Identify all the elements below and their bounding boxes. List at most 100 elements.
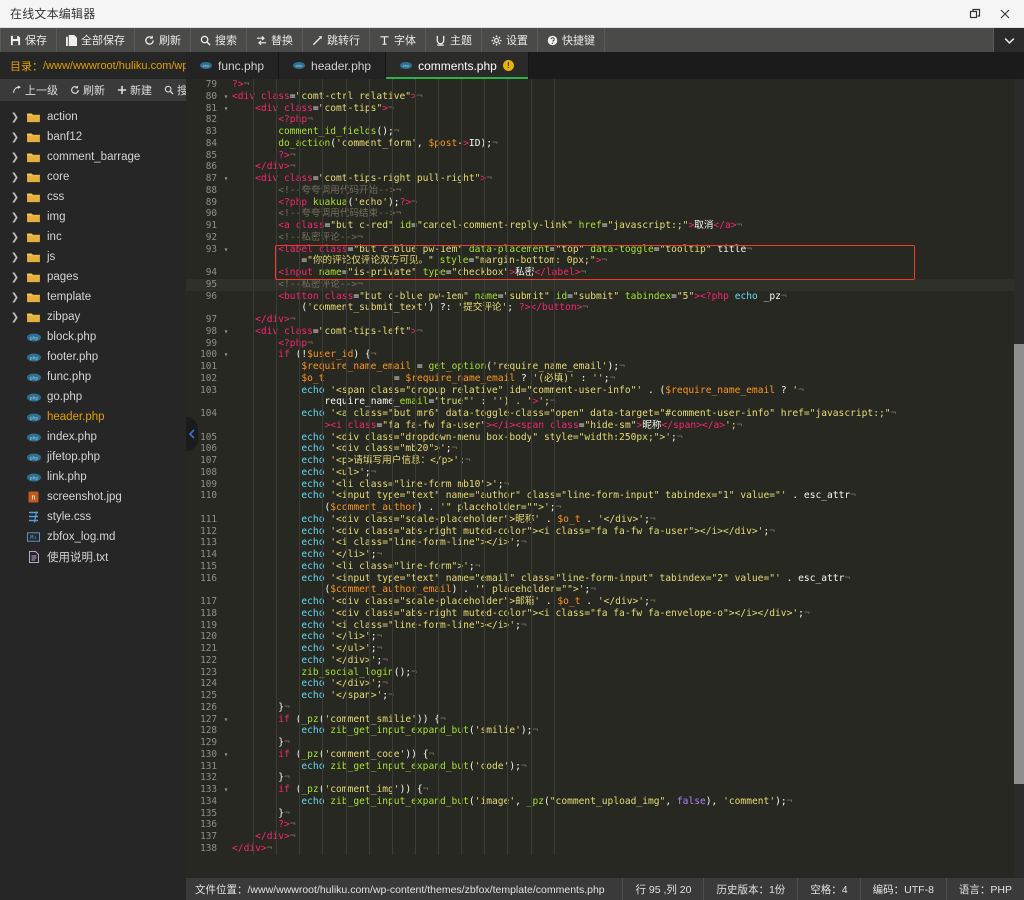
code-line[interactable]: 112 echo '<div class="abs-right muted-co…	[186, 526, 1014, 538]
toolbar-goto-line-button[interactable]: 跳转行	[303, 28, 370, 52]
status-language[interactable]: 语言：PHP	[946, 878, 1024, 900]
code-line[interactable]: 100▾ if (!$user_id) {¬	[186, 349, 1014, 361]
code-line[interactable]: 97 </div>¬	[186, 314, 1014, 326]
code-line[interactable]: 122 echo '</div>';¬	[186, 655, 1014, 667]
status-history-versions[interactable]: 历史版本：1份	[703, 878, 797, 900]
code-line[interactable]: 123 zib_social_login();¬	[186, 667, 1014, 679]
tree-item-zbfox_log.md[interactable]: M↓zbfox_log.md	[0, 527, 186, 547]
fold-toggle-icon[interactable]: ▾	[222, 349, 230, 361]
toolbar-save-all-button[interactable]: 全部保存	[57, 28, 135, 52]
code-line[interactable]: 129 }¬	[186, 737, 1014, 749]
code-line[interactable]: 120 echo '</li>';¬	[186, 631, 1014, 643]
code-line[interactable]: 126 }¬	[186, 702, 1014, 714]
code-editor[interactable]: 79?>¬80▾<div class="comt-ctrl relative">…	[186, 79, 1024, 878]
tree-item-screenshot.jpg[interactable]: nscreenshot.jpg	[0, 487, 186, 507]
toolbar-replace-button[interactable]: 替换	[247, 28, 303, 52]
code-line[interactable]: 125 echo '</span>';¬	[186, 690, 1014, 702]
code-line[interactable]: 131 echo zib_get_input_expand_but('code'…	[186, 761, 1014, 773]
toolbar-settings-button[interactable]: 设置	[482, 28, 538, 52]
fold-toggle-icon[interactable]: ▾	[222, 91, 230, 103]
code-line[interactable]: 135 }¬	[186, 808, 1014, 820]
toolbar-search-button[interactable]: 搜索	[191, 28, 247, 52]
code-line[interactable]: 117 echo '<div class="scale-placeholder"…	[186, 596, 1014, 608]
editor-scrollbar-thumb[interactable]	[1014, 344, 1024, 784]
code-line[interactable]: 82 <?php¬	[186, 114, 1014, 126]
chevron-right-icon[interactable]: ❯	[10, 292, 20, 303]
code-line[interactable]: 102 $o_t = $require_name_email ? '(必填)' …	[186, 373, 1014, 385]
code-line[interactable]: 86 </div>¬	[186, 161, 1014, 173]
code-line[interactable]: 134 echo zib_get_input_expand_but('image…	[186, 796, 1014, 808]
code-line[interactable]: 94 <input name="is-private" type="checkb…	[186, 267, 1014, 279]
tree-item-js[interactable]: ❯js	[0, 247, 186, 267]
fold-toggle-icon[interactable]: ▾	[222, 784, 230, 796]
tree-item-pages[interactable]: ❯pages	[0, 267, 186, 287]
code-line[interactable]: 88 <!--夸夸调用代码开始-->¬	[186, 185, 1014, 197]
code-line[interactable]: 118 echo '<div class="abs-right muted-co…	[186, 608, 1014, 620]
fold-toggle-icon[interactable]: ▾	[222, 103, 230, 115]
fold-toggle-icon[interactable]: ▾	[222, 326, 230, 338]
chevron-down-icon[interactable]	[994, 28, 1024, 52]
code-line[interactable]: 109 echo '<li class="line-form mb10">';¬	[186, 479, 1014, 491]
fold-toggle-icon[interactable]: ▾	[222, 244, 230, 256]
code-line[interactable]: 90 <!--夸夸调用代码结束-->¬	[186, 208, 1014, 220]
toolbar-save-button[interactable]: 保存	[0, 28, 57, 52]
code-line[interactable]: 138</div>¬	[186, 843, 1014, 855]
tab-comments-php[interactable]: phpcomments.php!	[386, 52, 529, 79]
tree-item-action[interactable]: ❯action	[0, 107, 186, 127]
code-line[interactable]: 110 echo '<input type="text" name="autho…	[186, 490, 1014, 502]
tree-item-style.css[interactable]: style.css	[0, 507, 186, 527]
toolbar-font-button[interactable]: 字体	[370, 28, 426, 52]
fold-toggle-icon[interactable]: ▾	[222, 173, 230, 185]
code-line[interactable]: 127▾ if (_pz('comment_smilie')) {¬	[186, 714, 1014, 726]
code-line[interactable]: ="你的评论仅评论双方可见。" style="margin-bottom: 0p…	[186, 255, 1014, 267]
code-content[interactable]: 79?>¬80▾<div class="comt-ctrl relative">…	[186, 79, 1014, 855]
tree-item-func.php[interactable]: phpfunc.php	[0, 367, 186, 387]
chevron-right-icon[interactable]: ❯	[10, 132, 20, 143]
chevron-right-icon[interactable]: ❯	[10, 172, 20, 183]
status-cursor-position[interactable]: 行 95 ,列 20	[622, 878, 703, 900]
code-line[interactable]: 99 <?php¬	[186, 338, 1014, 350]
toolbar-shortcut-button[interactable]: 快捷键	[538, 28, 605, 52]
chevron-right-icon[interactable]: ❯	[10, 212, 20, 223]
code-line[interactable]: 104 echo '<a class="but mr6" data-toggle…	[186, 408, 1014, 420]
toolbar-refresh-button[interactable]: 刷新	[135, 28, 191, 52]
code-line[interactable]: 106 echo '<div class="mb20">';¬	[186, 443, 1014, 455]
chevron-right-icon[interactable]: ❯	[10, 252, 20, 263]
code-line[interactable]: 80▾<div class="comt-ctrl relative">¬	[186, 91, 1014, 103]
sidebar-new-button[interactable]: 新建	[111, 82, 158, 98]
chevron-right-icon[interactable]: ❯	[10, 152, 20, 163]
code-line[interactable]: 133▾ if (_pz('comment_img')) {¬	[186, 784, 1014, 796]
code-line[interactable]: 114 echo '</li>';¬	[186, 549, 1014, 561]
code-line[interactable]: 95 <!--私密评论-->¬	[186, 279, 1014, 291]
chevron-right-icon[interactable]: ❯	[10, 272, 20, 283]
sidebar-up-level-button[interactable]: 上一级	[6, 82, 64, 98]
code-line[interactable]: 136 ?>¬	[186, 819, 1014, 831]
status-indent-size[interactable]: 空格：4	[797, 878, 859, 900]
code-line[interactable]: 128 echo zib_get_input_expand_but('smili…	[186, 725, 1014, 737]
tree-item-header.php[interactable]: phpheader.php	[0, 407, 186, 427]
editor-vertical-scrollbar[interactable]	[1014, 79, 1024, 878]
tree-item-link.php[interactable]: phplink.php	[0, 467, 186, 487]
toolbar-theme-button[interactable]: 主题	[426, 28, 482, 52]
code-line[interactable]: 101 $require_name_email = get_option('re…	[186, 361, 1014, 373]
code-line[interactable]: 81▾ <div class="comt-tips">¬	[186, 103, 1014, 115]
code-line[interactable]: 121 echo '</ul>';¬	[186, 643, 1014, 655]
code-line[interactable]: 105 echo '<div class="dropdown-menu box-…	[186, 432, 1014, 444]
tree-item-template[interactable]: ❯template	[0, 287, 186, 307]
tree-item-footer.php[interactable]: phpfooter.php	[0, 347, 186, 367]
tab-func-php[interactable]: phpfunc.php	[186, 52, 279, 79]
tree-item-index.php[interactable]: phpindex.php	[0, 427, 186, 447]
code-line[interactable]: 115 echo '<li class="line-form">';¬	[186, 561, 1014, 573]
code-line[interactable]: 113 echo '<i class="line-form-line"></i>…	[186, 537, 1014, 549]
code-line[interactable]: require_name_email="true"' : '') . '>';¬	[186, 396, 1014, 408]
code-line[interactable]: ($comment_author_email) . '" placeholder…	[186, 584, 1014, 596]
code-line[interactable]: ($comment_author) . '" placeholder="">';…	[186, 502, 1014, 514]
chevron-right-icon[interactable]: ❯	[10, 192, 20, 203]
tree-item-inc[interactable]: ❯inc	[0, 227, 186, 247]
code-line[interactable]: 83 comment_id_fields();¬	[186, 126, 1014, 138]
tree-item-jifetop.php[interactable]: phpjifetop.php	[0, 447, 186, 467]
code-line[interactable]: 98▾ <div class="comt-tips-left">¬	[186, 326, 1014, 338]
code-line[interactable]: ><i class="fa fa-fw fa-user"></i><span c…	[186, 420, 1014, 432]
tree-item-zibpay[interactable]: ❯zibpay	[0, 307, 186, 327]
fold-toggle-icon[interactable]: ▾	[222, 714, 230, 726]
